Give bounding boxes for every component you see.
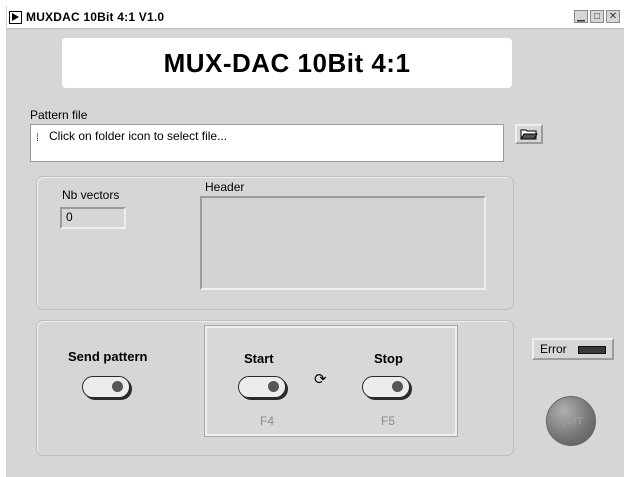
banner-title: MUX-DAC 10Bit 4:1 — [163, 47, 411, 78]
start-shortcut-key: F4 — [260, 414, 275, 428]
pattern-file-path-input[interactable]: ⁞ Click on folder icon to select file... — [30, 124, 504, 162]
maximize-button[interactable]: □ — [590, 10, 604, 23]
start-button[interactable] — [238, 376, 286, 398]
close-button[interactable]: ✕ — [606, 10, 620, 23]
stop-shortcut-key: F5 — [381, 414, 396, 428]
pattern-file-label: Pattern file — [30, 108, 88, 122]
path-glyph-icon: ⁞ — [36, 133, 39, 144]
header-text-display — [200, 196, 486, 290]
window-controls: ▁ □ ✕ — [574, 10, 620, 23]
app-icon — [9, 10, 22, 24]
quit-button[interactable]: QUIT — [546, 396, 596, 446]
header-label: Header — [205, 180, 245, 194]
error-indicator: Error — [532, 338, 614, 360]
start-label: Start — [244, 351, 274, 366]
nb-vectors-value: 0 — [66, 210, 73, 224]
stop-button[interactable] — [362, 376, 410, 398]
sync-icon: ⟳ — [314, 371, 327, 388]
stop-label: Stop — [374, 351, 403, 366]
title-bar: MUXDAC 10Bit 4:1 V1.0 ▁ □ ✕ — [7, 6, 624, 29]
error-label: Error — [540, 342, 567, 356]
window-title: MUXDAC 10Bit 4:1 V1.0 — [26, 10, 165, 24]
minimize-button[interactable]: ▁ — [574, 10, 588, 23]
browse-folder-button[interactable] — [515, 124, 543, 144]
nb-vectors-indicator: 0 — [60, 207, 126, 229]
send-pattern-button[interactable] — [82, 376, 130, 398]
nb-vectors-label: Nb vectors — [62, 188, 120, 202]
folder-icon — [520, 129, 538, 140]
pattern-file-path-text: Click on folder icon to select file... — [49, 129, 228, 143]
quit-label: QUIT — [559, 415, 583, 427]
title-banner: MUX-DAC 10Bit 4:1 — [62, 38, 512, 88]
error-led-icon — [578, 346, 606, 354]
send-pattern-label: Send pattern — [68, 349, 148, 364]
